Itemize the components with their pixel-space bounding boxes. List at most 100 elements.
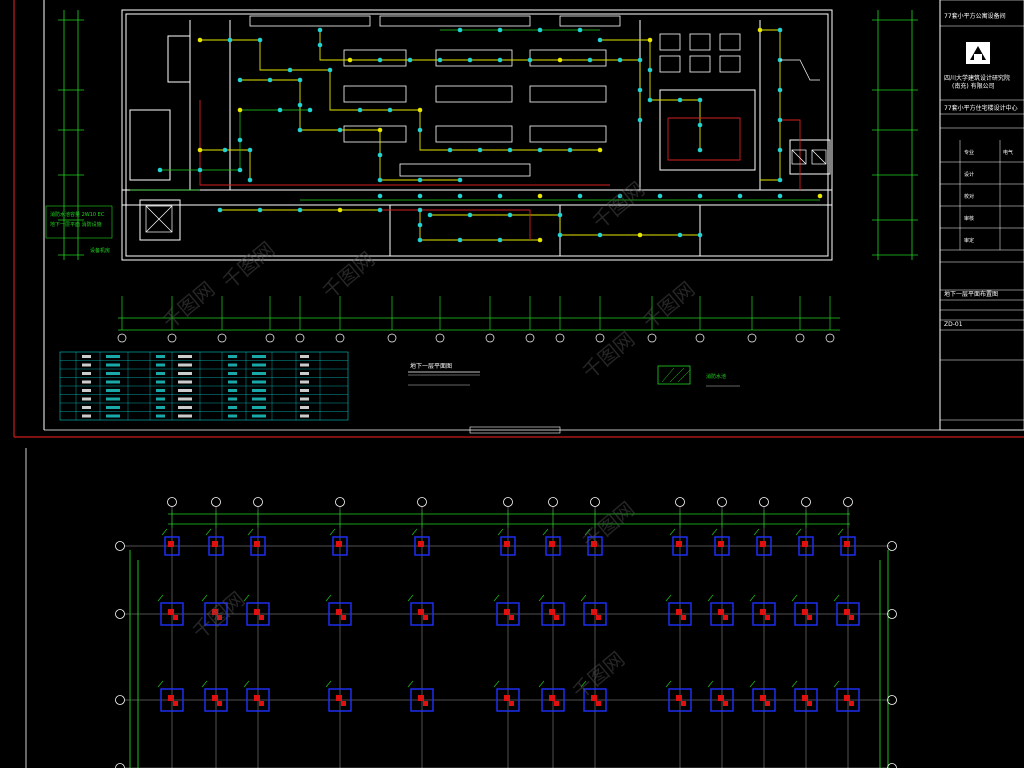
axis-bubble-icon <box>747 333 757 343</box>
foundation-columns <box>157 528 860 712</box>
axis-bubble-icon <box>253 497 263 507</box>
bottom-grid-markers <box>117 296 835 343</box>
column-footing <box>580 594 607 626</box>
watermark-text: 千图网 <box>158 277 219 334</box>
light-fixture-icon <box>297 207 303 213</box>
light-fixture-icon <box>407 57 413 63</box>
axis-bubble-icon <box>115 763 125 768</box>
company-name-2: (南充) 有限公司 <box>952 82 995 90</box>
light-fixture-icon <box>537 237 543 243</box>
column-footing <box>707 594 734 626</box>
light-fixture-icon <box>497 57 503 63</box>
light-fixture-icon <box>237 137 243 143</box>
foundation-plan <box>115 497 897 768</box>
light-fixture-icon <box>477 147 483 153</box>
light-fixture-icon <box>307 107 313 113</box>
bottom-dimension-lines <box>118 317 840 331</box>
title-block-row-label: 专业 <box>964 149 974 156</box>
right-dimension-lines <box>872 10 918 260</box>
light-fixture-icon <box>467 57 473 63</box>
axis-bubble-icon <box>525 333 535 343</box>
light-fixture-icon <box>297 102 303 108</box>
light-fixture-icon <box>777 87 783 93</box>
light-fixture-icon <box>497 27 503 33</box>
left-notes: 消防水池容量 2W10 EC 地下一层平面 消防设施 设备机房 <box>45 205 113 254</box>
light-fixture-icon <box>222 147 228 153</box>
light-fixture-icon <box>507 212 513 218</box>
axis-bubble-icon <box>435 333 445 343</box>
watermark-text: 千图网 <box>568 647 629 704</box>
watermark-text: 千图网 <box>218 237 279 294</box>
light-fixture-icon <box>247 177 253 183</box>
column-footing <box>407 594 434 626</box>
light-fixture-icon <box>507 147 513 153</box>
light-fixture-icon <box>377 57 383 63</box>
watermark-text: 千图网 <box>578 497 639 554</box>
light-fixture-icon <box>647 97 653 103</box>
company-name-1: 四川大学建筑设计研究院 <box>944 74 1010 82</box>
axis-bubble-icon <box>843 497 853 507</box>
axis-bubble-icon <box>595 333 605 343</box>
light-fixture-icon <box>417 107 423 113</box>
light-fixture-icon <box>417 222 423 228</box>
light-fixture-icon <box>697 97 703 103</box>
light-fixture-icon <box>237 107 243 113</box>
foundation-dim-top <box>168 513 850 525</box>
axis-bubble-icon <box>555 333 565 343</box>
light-fixture-icon <box>597 147 603 153</box>
column-footing <box>665 680 692 712</box>
light-fixture-icon <box>457 193 463 199</box>
column-footing <box>407 680 434 712</box>
column-footing <box>493 680 520 712</box>
light-fixture-icon <box>497 193 503 199</box>
light-fixture-icon <box>387 107 393 113</box>
sheet-title: 地下一层平面布置图 <box>944 290 998 298</box>
axis-bubble-icon <box>295 333 305 343</box>
light-fixture-icon <box>357 107 363 113</box>
project-header: 77套小平方公寓设备间 <box>944 12 1006 20</box>
note-1: 消防水池容量 2W10 EC <box>50 211 105 218</box>
cable-routes-green <box>130 29 820 201</box>
furniture-rows <box>249 15 741 177</box>
sheet-border <box>13 0 1024 768</box>
light-fixture-icon <box>557 57 563 63</box>
axis-bubble-icon <box>115 695 125 705</box>
axis-bubble-icon <box>485 333 495 343</box>
column-footing <box>707 680 734 712</box>
light-fixture-icon <box>657 193 663 199</box>
light-fixture-icon <box>637 117 643 123</box>
sheet-number: ZD-01 <box>944 321 963 328</box>
watermark-text: 千图网 <box>318 247 379 304</box>
light-fixture-icon <box>457 177 463 183</box>
light-fixture-icon <box>577 193 583 199</box>
axis-bubble-icon <box>335 333 345 343</box>
schedule-table-grid <box>60 352 348 420</box>
legend: 消防水池 <box>657 365 740 387</box>
column-footing <box>201 680 228 712</box>
column-footing <box>243 680 270 712</box>
column-footing <box>497 528 516 556</box>
column-footing <box>833 594 860 626</box>
light-fixture-icon <box>677 232 683 238</box>
light-fixture-icon <box>537 147 543 153</box>
column-footing <box>538 680 565 712</box>
light-fixture-icon <box>697 232 703 238</box>
column-footing <box>791 680 818 712</box>
light-fixture-icon <box>217 207 223 213</box>
axis-bubble-icon <box>211 497 221 507</box>
light-fixture-icon <box>377 127 383 133</box>
column-footing <box>205 528 224 556</box>
axis-bubble-icon <box>590 497 600 507</box>
axis-bubble-icon <box>795 333 805 343</box>
watermark-text: 千图网 <box>188 587 249 644</box>
light-fixture-icon <box>777 27 783 33</box>
light-fixture-icon <box>637 57 643 63</box>
column-footing <box>665 594 692 626</box>
column-footing <box>538 594 565 626</box>
light-fixture-icon <box>557 232 563 238</box>
light-fixture-icon <box>197 147 203 153</box>
light-fixture-icon <box>197 167 203 173</box>
light-fixture-icon <box>297 127 303 133</box>
light-fixture-icon <box>567 147 573 153</box>
light-fixture-icon <box>427 212 433 218</box>
